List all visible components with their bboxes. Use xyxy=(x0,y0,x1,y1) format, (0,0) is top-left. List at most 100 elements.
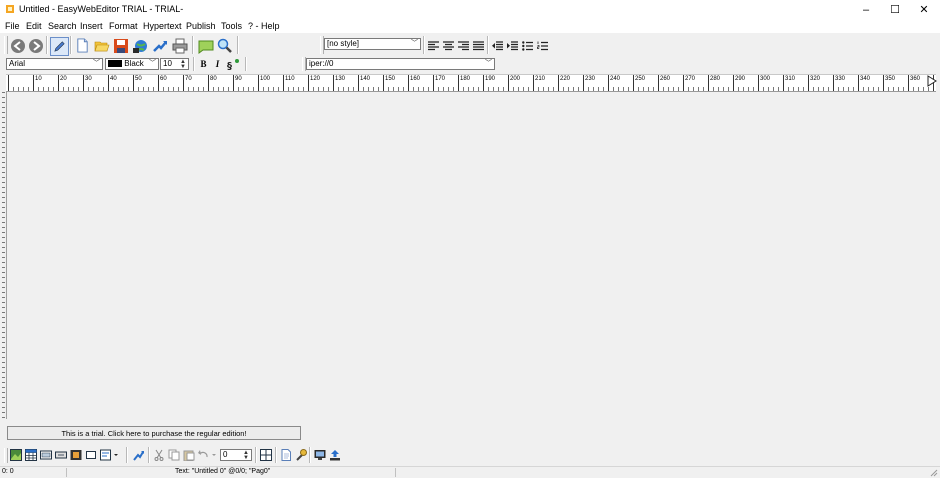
insert-frame-button[interactable] xyxy=(84,448,97,462)
style-select[interactable]: [no style] ﹀ xyxy=(324,38,421,50)
insert-button-button[interactable] xyxy=(54,448,67,462)
grid-icon xyxy=(259,449,272,461)
wrench-icon xyxy=(295,449,307,461)
insert-form-button[interactable] xyxy=(39,448,52,462)
special-chars-icon: § xyxy=(227,58,239,71)
color-select-value: Black xyxy=(124,59,144,68)
tools-button[interactable] xyxy=(294,448,307,462)
insert-image-button[interactable] xyxy=(9,448,22,462)
ruler-label: 30 xyxy=(84,76,93,82)
ruler-end-marker[interactable] xyxy=(927,75,937,88)
chevron-down-icon: ﹀ xyxy=(485,60,492,67)
menu-publish[interactable]: Publish xyxy=(186,21,216,31)
find-button[interactable] xyxy=(216,37,233,54)
ruler-label: 210 xyxy=(534,76,547,82)
open-button[interactable] xyxy=(93,37,110,54)
edit-mode-button[interactable] xyxy=(50,37,69,56)
bullet-list-button[interactable] xyxy=(521,39,534,52)
style-select-value: [no style] xyxy=(327,39,360,48)
chevron-down-icon: ﹀ xyxy=(411,40,418,47)
numbered-list-button[interactable] xyxy=(536,39,549,52)
font-select[interactable]: Arial ﹀ xyxy=(6,58,103,70)
menu-format[interactable]: Format xyxy=(109,21,138,31)
menu-edit[interactable]: Edit xyxy=(26,21,42,31)
menu-tools[interactable]: Tools xyxy=(221,21,242,31)
close-button[interactable]: ✕ xyxy=(910,0,938,19)
link-icon xyxy=(132,450,144,461)
menu-file[interactable]: File xyxy=(5,21,20,31)
ruler-label: 160 xyxy=(409,76,422,82)
bold-button[interactable]: B xyxy=(198,58,209,70)
ruler-label: 110 xyxy=(284,76,296,82)
ruler-label: 150 xyxy=(384,76,397,82)
upload-button[interactable] xyxy=(328,448,341,462)
page-properties-button[interactable] xyxy=(279,448,292,462)
tab-stop-icon xyxy=(927,75,937,87)
ruler-label: 10 xyxy=(34,76,43,82)
align-justify-button[interactable] xyxy=(472,39,485,52)
browser-preview-button[interactable] xyxy=(131,37,148,54)
color-select[interactable]: Black ﹀ xyxy=(105,58,159,70)
forward-button[interactable] xyxy=(27,37,44,54)
ruler-label: 350 xyxy=(884,76,897,82)
numbered-list-icon xyxy=(537,41,548,50)
ruler-label: 360 xyxy=(909,76,922,82)
insert-special-dropdown[interactable] xyxy=(100,448,120,462)
ruler-label: 100 xyxy=(259,76,272,82)
resize-grip-icon[interactable] xyxy=(929,468,938,477)
align-center-button[interactable] xyxy=(442,39,455,52)
monitor-icon xyxy=(314,450,325,460)
menu-bar: File Edit Search Insert Format Hypertext… xyxy=(0,19,940,33)
menu-search[interactable]: Search xyxy=(48,21,77,31)
cut-button[interactable] xyxy=(152,448,166,462)
cursor-position: 0: 0 xyxy=(2,468,14,475)
clipboard-icon xyxy=(183,450,195,461)
save-button[interactable] xyxy=(112,37,129,54)
special-chars-button[interactable]: § xyxy=(226,57,240,71)
ruler-label: 320 xyxy=(809,76,822,82)
purchase-notice-button[interactable]: This is a trial. Click here to purchase … xyxy=(7,426,301,440)
indent-button[interactable] xyxy=(506,39,519,52)
toolbar-grip xyxy=(4,36,8,54)
menu-insert[interactable]: Insert xyxy=(80,21,103,31)
bullet-list-icon xyxy=(522,40,533,51)
ruler-label: 230 xyxy=(584,76,597,82)
status-text: Text: "Untitled 0" @0/0; "Pag0" xyxy=(175,468,271,475)
preview-button[interactable] xyxy=(313,448,326,462)
indent-level-spinner[interactable]: 0 ▲ ▼ xyxy=(220,449,252,461)
chevron-down-icon: ﹀ xyxy=(149,60,156,67)
maximize-button[interactable]: ☐ xyxy=(881,0,909,19)
print-button[interactable] xyxy=(171,37,188,54)
toolbar-separator xyxy=(275,447,277,463)
undo-icon xyxy=(198,450,216,458)
undo-button[interactable] xyxy=(198,448,218,462)
ruler-label: 90 xyxy=(234,76,243,82)
align-justify-icon xyxy=(473,40,484,50)
copy-button[interactable] xyxy=(167,448,181,462)
outdent-button[interactable] xyxy=(491,39,504,52)
edit-pen-icon xyxy=(54,41,65,52)
url-select[interactable]: iper://0 ﹀ xyxy=(306,58,495,70)
menu-help[interactable]: ? - Help xyxy=(248,21,280,31)
toolbar-separator xyxy=(245,57,247,71)
insert-table-button[interactable] xyxy=(24,448,37,462)
publish-button[interactable] xyxy=(151,37,168,54)
grid-button[interactable] xyxy=(259,448,272,462)
note-button[interactable] xyxy=(197,37,214,54)
minimize-button[interactable]: – xyxy=(852,0,880,19)
paste-button[interactable] xyxy=(182,448,196,462)
film-icon xyxy=(70,450,81,460)
new-button[interactable] xyxy=(74,37,91,54)
back-button[interactable] xyxy=(9,37,26,54)
hyperlink-button[interactable] xyxy=(131,448,145,462)
insert-media-button[interactable] xyxy=(69,448,82,462)
font-size-spinner[interactable]: 10 ▲ ▼ xyxy=(160,58,189,70)
print-icon xyxy=(172,38,187,53)
align-left-button[interactable] xyxy=(427,39,440,52)
italic-button[interactable]: I xyxy=(212,58,223,70)
align-right-button[interactable] xyxy=(457,39,470,52)
menu-hypertext[interactable]: Hypertext xyxy=(143,21,182,31)
ruler-label: 250 xyxy=(634,76,647,82)
chevron-down-icon: ﹀ xyxy=(93,60,100,67)
editor-area[interactable] xyxy=(6,92,937,419)
